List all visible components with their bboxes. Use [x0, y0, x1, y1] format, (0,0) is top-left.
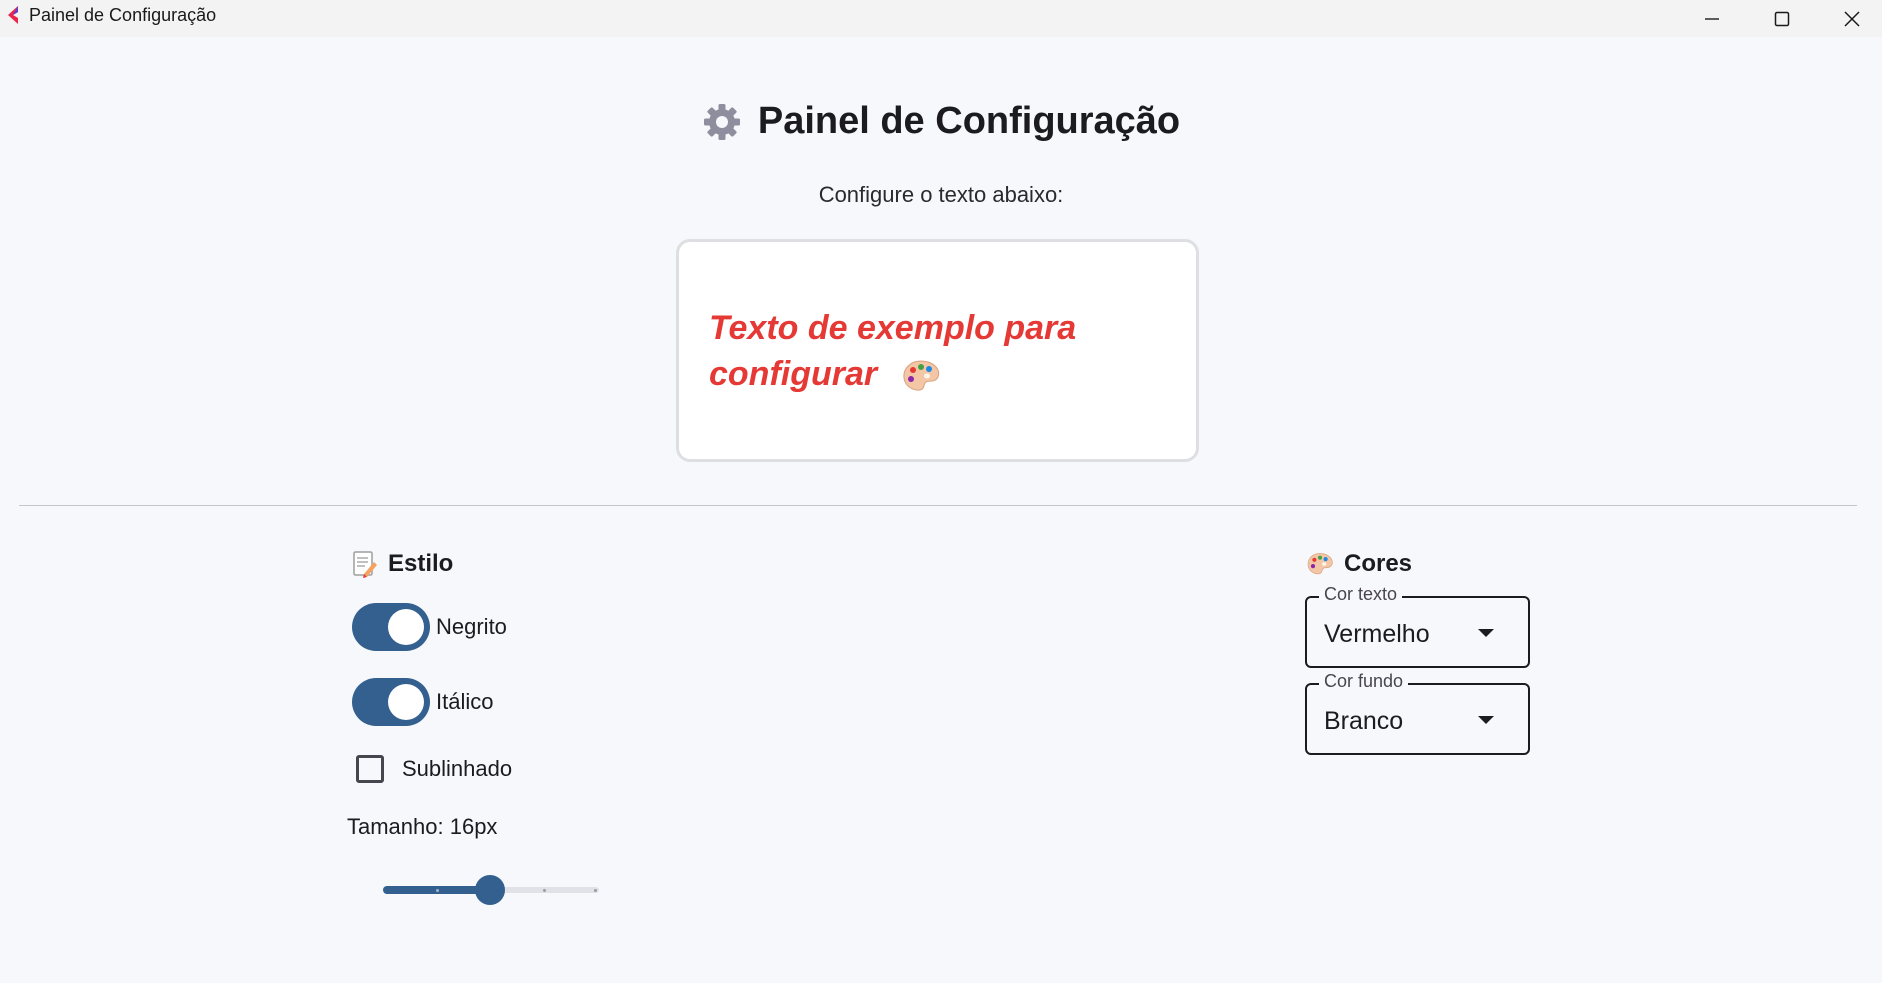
slider-tick — [594, 889, 597, 892]
size-slider[interactable] — [383, 875, 599, 905]
palette-icon — [903, 360, 939, 391]
gear-icon — [703, 103, 740, 140]
preview-text-line2: configurar — [709, 354, 878, 393]
text-color-label: Cor texto — [1319, 584, 1403, 605]
minimize-button[interactable] — [1677, 0, 1747, 37]
page-subtitle: Configure o texto abaixo: — [818, 182, 1064, 207]
underline-checkbox[interactable] — [356, 755, 384, 783]
switch-thumb — [388, 684, 424, 720]
slider-tick — [543, 889, 546, 892]
dropdown-arrow-icon — [1478, 629, 1494, 637]
text-color-value: Vermelho — [1324, 620, 1430, 648]
window-title: Painel de Configuração — [29, 5, 217, 25]
page-title: Painel de Configuração — [757, 100, 1181, 142]
italic-toggle-row: Itálico — [352, 678, 493, 726]
slider-tick — [436, 889, 439, 892]
bold-switch[interactable] — [352, 603, 430, 651]
background-color-dropdown[interactable]: Cor fundo Branco — [1305, 671, 1530, 755]
close-button[interactable] — [1817, 0, 1882, 37]
style-section-header: Estilo — [352, 550, 453, 578]
size-label: Tamanho: 16px — [347, 814, 498, 839]
style-section-title: Estilo — [388, 550, 454, 577]
bold-toggle-row: Negrito — [352, 603, 507, 651]
italic-switch[interactable] — [352, 678, 430, 726]
bold-label: Negrito — [436, 614, 507, 639]
app-icon — [8, 6, 18, 24]
maximize-button[interactable] — [1747, 0, 1817, 37]
underline-label: Sublinhado — [402, 756, 513, 781]
minimize-icon — [1705, 17, 1719, 20]
maximize-icon — [1774, 11, 1790, 26]
slider-thumb[interactable] — [475, 875, 505, 905]
background-color-value: Branco — [1324, 707, 1404, 735]
page-header: Painel de Configuração — [0, 100, 1882, 143]
close-icon — [1844, 10, 1860, 27]
dropdown-arrow-icon — [1478, 716, 1494, 724]
colors-section-header: Cores — [1306, 550, 1412, 578]
underline-checkbox-row: Sublinhado — [356, 755, 512, 783]
palette-icon — [1307, 553, 1333, 575]
preview-text: Texto de exemplo para configurar — [709, 305, 1076, 397]
preview-card: Texto de exemplo para configurar — [676, 239, 1199, 462]
text-color-dropdown[interactable]: Cor texto Vermelho — [1305, 584, 1530, 668]
italic-label: Itálico — [436, 689, 494, 714]
background-color-label: Cor fundo — [1319, 671, 1409, 692]
colors-section-title: Cores — [1344, 550, 1413, 577]
switch-thumb — [388, 609, 424, 645]
memo-icon — [353, 551, 377, 578]
window-titlebar: Painel de Configuração — [0, 0, 1882, 37]
section-divider — [19, 505, 1857, 506]
preview-text-line1: Texto de exemplo para — [709, 308, 1077, 347]
